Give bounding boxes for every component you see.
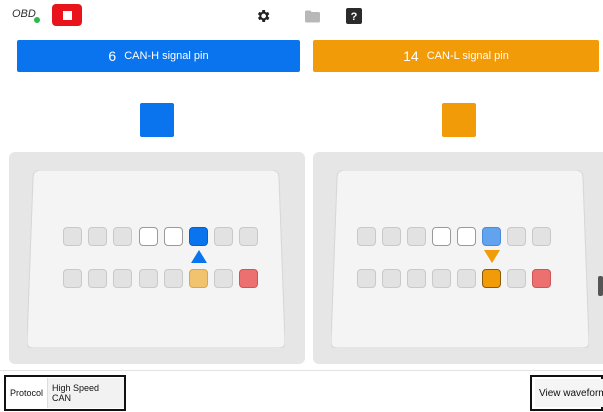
connector-pin-7: [214, 227, 233, 246]
connector-pin-12: [139, 269, 158, 288]
folder-button[interactable]: [302, 6, 322, 26]
obd-connector-outline: [27, 170, 285, 348]
settings-button[interactable]: [253, 6, 273, 26]
connector-pin-1: [63, 227, 82, 246]
connector-pin-2: [382, 227, 401, 246]
connector-pin-3: [407, 227, 426, 246]
can-h-signal-bar: 6 CAN-H signal pin: [17, 40, 300, 72]
connector-pin-3: [113, 227, 132, 246]
can-l-connector-panel: [313, 152, 603, 364]
connector-pin-8: [532, 227, 551, 246]
stop-icon: [62, 10, 72, 20]
connector-pin-6-can-h: [189, 227, 208, 246]
pin-pointer-up-icon: [191, 250, 207, 263]
pin-pointer-down-icon: [484, 250, 500, 263]
can-l-pin-label: CAN-L signal pin: [426, 50, 509, 62]
side-drawer-handle[interactable]: [598, 276, 603, 296]
help-icon: ?: [346, 8, 362, 24]
connector-pin-2: [88, 227, 107, 246]
connector-pin-6: [482, 227, 501, 246]
view-waveform-button[interactable]: View waveform: [535, 379, 603, 407]
connector-pin-16: [239, 269, 258, 288]
svg-text:?: ?: [351, 11, 358, 23]
app-screen: OBD ? 6 CAN-H signal pin 14 CAN-L signal…: [0, 0, 603, 412]
connector-pin-5: [457, 227, 476, 246]
connection-status-icon: [34, 17, 40, 23]
connector-pin-1: [357, 227, 376, 246]
can-l-signal-bar: 14 CAN-L signal pin: [313, 40, 599, 72]
protocol-value[interactable]: High Speed CAN: [47, 378, 124, 408]
connector-pin-16: [532, 269, 551, 288]
can-h-connector-panel: [9, 152, 305, 364]
connector-pin-4: [139, 227, 158, 246]
settings-gear-icon: [257, 10, 270, 22]
obd-connector-outline: [331, 170, 589, 348]
connector-pin-10: [88, 269, 107, 288]
connector-pin-9: [63, 269, 82, 288]
connector-pin-8: [239, 227, 258, 246]
can-l-color-swatch: [442, 103, 476, 137]
protocol-selector[interactable]: Protocol High Speed CAN: [4, 375, 126, 411]
connector-pin-13: [457, 269, 476, 288]
connector-pin-12: [432, 269, 451, 288]
connector-pin-13: [164, 269, 183, 288]
top-toolbar: OBD ?: [0, 0, 603, 32]
bottom-bar: Protocol High Speed CAN View waveform: [0, 370, 603, 412]
connector-pin-11: [113, 269, 132, 288]
connector-pin-11: [407, 269, 426, 288]
can-h-color-swatch: [140, 103, 174, 137]
connector-pin-15: [214, 269, 233, 288]
protocol-label: Protocol: [10, 388, 44, 398]
connector-pin-5: [164, 227, 183, 246]
folder-icon: [304, 10, 320, 22]
connector-pin-4: [432, 227, 451, 246]
stop-button[interactable]: [52, 4, 82, 26]
help-button[interactable]: ?: [344, 6, 364, 26]
connector-pin-9: [357, 269, 376, 288]
obd-status-label: OBD: [12, 8, 36, 20]
can-h-pin-label: CAN-H signal pin: [124, 50, 209, 62]
connector-pin-15: [507, 269, 526, 288]
can-l-pin-number: 14: [403, 48, 419, 64]
connector-pin-14: [189, 269, 208, 288]
can-h-pin-number: 6: [108, 48, 117, 64]
view-waveform-container: View waveform: [530, 375, 603, 411]
connector-pin-10: [382, 269, 401, 288]
connector-pin-14-can-l: [482, 269, 501, 288]
connector-pin-7: [507, 227, 526, 246]
